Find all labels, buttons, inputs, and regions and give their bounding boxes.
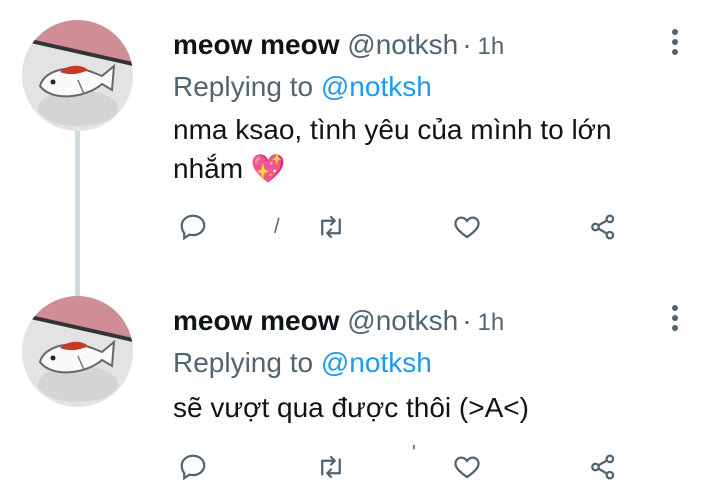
share-icon bbox=[591, 214, 615, 240]
separator-dot: · bbox=[462, 29, 472, 60]
replying-to: Replying to @notksh bbox=[173, 346, 432, 380]
replying-prefix: Replying to bbox=[173, 347, 321, 378]
tweet[interactable]: meow meow @notksh · 1h Replying to @notksh… bbox=[0, 0, 716, 260]
retweet-icon bbox=[321, 455, 341, 479]
timestamp[interactable]: 1h bbox=[478, 309, 505, 336]
reply-button[interactable] bbox=[176, 450, 210, 484]
user-handle[interactable]: @notksh bbox=[347, 29, 458, 60]
like-button[interactable] bbox=[450, 450, 484, 484]
tweet[interactable]: meow meow @notksh · 1h Replying to @notksh… bbox=[0, 280, 716, 496]
share-icon bbox=[591, 454, 615, 480]
tweet-text: sẽ vượt qua được thôi (>A<) bbox=[173, 388, 673, 427]
heart-icon bbox=[454, 216, 480, 239]
tweet-text-line: nma ksao, tình yêu của mình to lớn bbox=[173, 114, 612, 145]
tweet-header: meow meow @notksh · 1h bbox=[173, 304, 504, 340]
tweet-header: meow meow @notksh · 1h bbox=[173, 28, 504, 64]
avatar[interactable] bbox=[22, 20, 133, 131]
reply-icon bbox=[180, 214, 206, 241]
mention-link[interactable]: @notksh bbox=[321, 347, 432, 378]
action-bar: ' bbox=[0, 442, 716, 486]
separator-dot: · bbox=[462, 305, 472, 336]
like-count: ' bbox=[412, 442, 416, 464]
reply-button[interactable] bbox=[176, 210, 210, 244]
more-options-icon[interactable] bbox=[664, 26, 686, 60]
avatar-fish-image bbox=[22, 296, 133, 407]
replying-to: Replying to @notksh bbox=[173, 70, 432, 104]
replying-prefix: Replying to bbox=[173, 71, 321, 102]
tweet-text-line: nhắm 💖 bbox=[173, 153, 286, 184]
tweet-text-line: sẽ vượt qua được thôi (>A<) bbox=[173, 392, 529, 423]
avatar-fish-image bbox=[22, 20, 133, 131]
display-name[interactable]: meow meow bbox=[173, 29, 339, 60]
retweet-icon bbox=[321, 215, 341, 239]
heart-icon bbox=[454, 456, 480, 479]
like-button[interactable] bbox=[450, 210, 484, 244]
reply-icon bbox=[180, 454, 206, 481]
share-button[interactable] bbox=[586, 210, 620, 244]
action-bar: / bbox=[0, 210, 716, 246]
mention-link[interactable]: @notksh bbox=[321, 71, 432, 102]
user-handle[interactable]: @notksh bbox=[347, 305, 458, 336]
share-button[interactable] bbox=[586, 450, 620, 484]
display-name[interactable]: meow meow bbox=[173, 305, 339, 336]
retweet-count: / bbox=[274, 216, 280, 238]
timestamp[interactable]: 1h bbox=[478, 33, 505, 60]
retweet-button[interactable] bbox=[314, 450, 348, 484]
more-options-icon[interactable] bbox=[664, 302, 686, 336]
retweet-button[interactable] bbox=[314, 210, 348, 244]
tweet-text: nma ksao, tình yêu của mình to lớn nhắm … bbox=[173, 110, 673, 188]
avatar[interactable] bbox=[22, 296, 133, 407]
